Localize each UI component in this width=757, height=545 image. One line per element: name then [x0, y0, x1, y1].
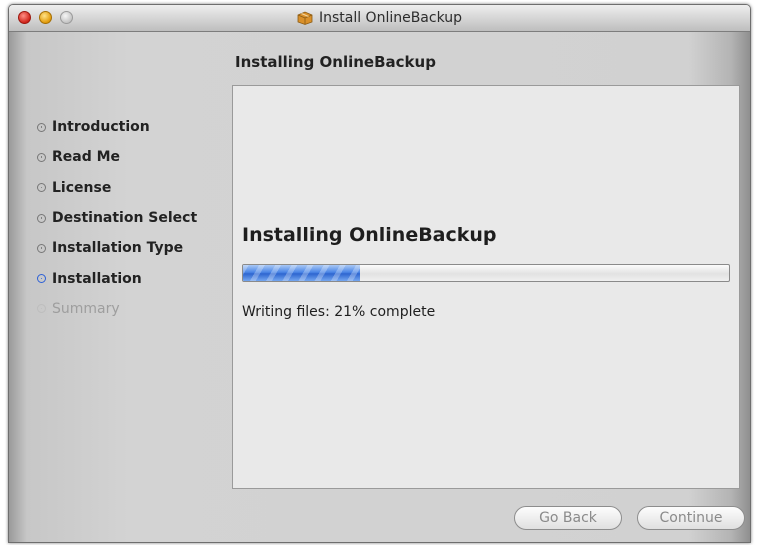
progress-bar — [242, 264, 730, 282]
step-license: License — [37, 173, 197, 203]
step-label: Destination Select — [52, 210, 198, 227]
step-label: License — [52, 179, 112, 196]
step-read-me: Read Me — [37, 142, 197, 172]
install-heading: Installing OnlineBackup — [242, 224, 497, 246]
step-destination-select: Destination Select — [37, 203, 197, 233]
step-bullet-icon — [37, 304, 46, 314]
step-bullet-icon — [37, 152, 46, 162]
step-label: Installation Type — [52, 240, 184, 257]
step-introduction: Introduction — [37, 112, 197, 142]
go-back-button[interactable]: Go Back — [514, 506, 622, 530]
step-bullet-icon — [37, 274, 46, 284]
window-title-text: Install OnlineBackup — [318, 10, 463, 26]
installer-content: Installing OnlineBackup Introduction Rea… — [9, 32, 750, 542]
step-bullet-icon — [37, 243, 46, 253]
step-bullet-icon — [37, 213, 46, 223]
window-title: Install OnlineBackup — [9, 5, 750, 31]
installer-window: Install OnlineBackup Installing OnlineBa… — [8, 4, 751, 543]
page-title: Installing OnlineBackup — [235, 53, 436, 71]
step-label: Read Me — [52, 149, 121, 166]
step-list: Introduction Read Me License Destination… — [37, 112, 197, 324]
step-label: Installation — [52, 270, 142, 287]
step-summary: Summary — [37, 294, 197, 324]
step-installation: Installation — [37, 263, 197, 293]
step-label: Summary — [52, 300, 120, 317]
continue-button[interactable]: Continue — [637, 506, 745, 530]
main-panel: Installing OnlineBackup Writing files: 2… — [232, 85, 740, 489]
status-text: Writing files: 21% complete — [242, 304, 436, 320]
step-bullet-icon — [37, 122, 46, 132]
progress-fill — [243, 265, 360, 281]
title-bar[interactable]: Install OnlineBackup — [9, 5, 750, 32]
step-installation-type: Installation Type — [37, 233, 197, 263]
step-bullet-icon — [37, 183, 46, 193]
step-label: Introduction — [52, 119, 150, 136]
package-icon — [297, 11, 313, 25]
